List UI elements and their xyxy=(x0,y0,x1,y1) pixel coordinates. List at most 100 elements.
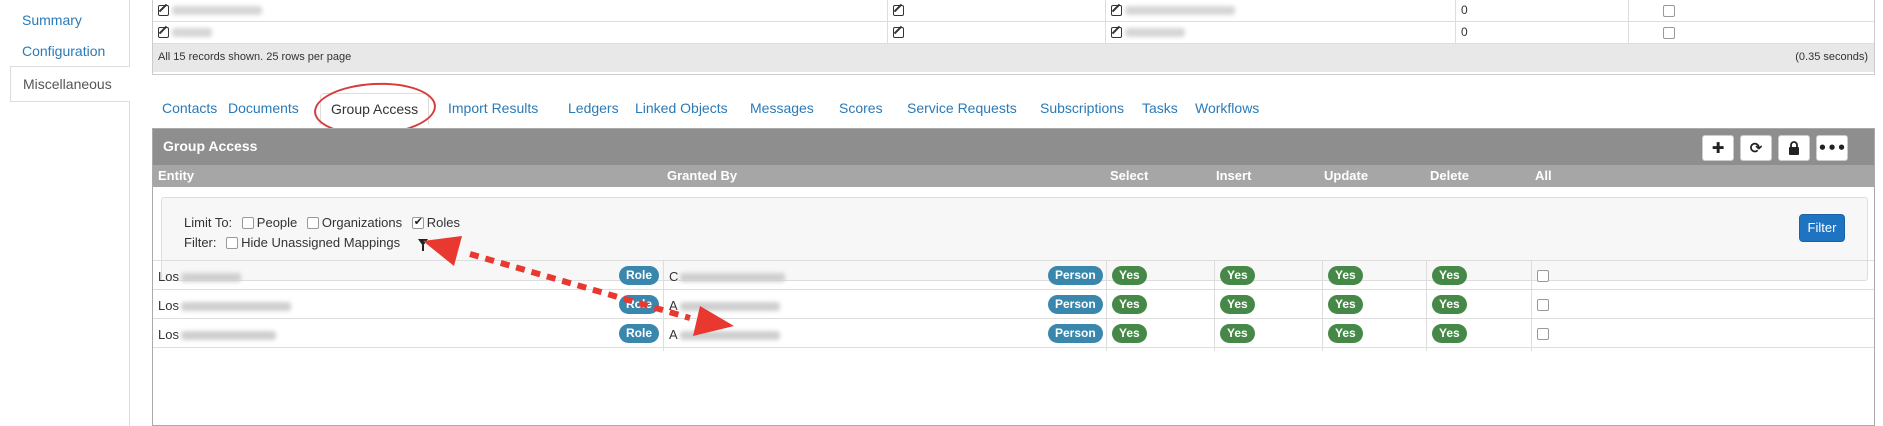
redacted-text xyxy=(679,302,780,312)
redacted-text xyxy=(172,6,263,16)
edit-icon[interactable] xyxy=(158,27,169,39)
insert-badge[interactable]: Yes xyxy=(1220,295,1255,314)
column-update[interactable]: Update xyxy=(1324,168,1368,183)
insert-badge[interactable]: Yes xyxy=(1220,266,1255,285)
table-cell xyxy=(1106,0,1456,22)
filter-button[interactable]: Filter xyxy=(1799,214,1845,242)
more-button[interactable]: ••• xyxy=(1816,135,1848,161)
tab-label: Tasks xyxy=(1142,100,1178,116)
plus-icon: ✚ xyxy=(1711,139,1725,157)
tab-label: Contacts xyxy=(162,100,218,116)
nav-configuration[interactable]: Configuration xyxy=(10,34,130,70)
funnel-icon[interactable] xyxy=(417,239,428,252)
table-row: Los Role A Person Yes Yes Yes Yes xyxy=(153,318,1874,351)
row-checkbox[interactable] xyxy=(1537,299,1549,311)
role-badge: Role xyxy=(619,266,660,285)
left-nav: Summary Configuration Miscellaneous xyxy=(0,0,130,426)
person-badge: Person xyxy=(1048,324,1103,343)
column-select[interactable]: Select xyxy=(1110,168,1148,183)
tab-workflows[interactable]: Workflows xyxy=(1185,93,1269,125)
tab-scores[interactable]: Scores xyxy=(829,93,893,125)
tab-label: Workflows xyxy=(1195,100,1260,116)
redacted-text xyxy=(172,28,213,38)
table-cell xyxy=(153,22,888,44)
panel-title: Group Access xyxy=(163,138,258,154)
select-badge[interactable]: Yes xyxy=(1112,324,1147,343)
roles-label: Roles xyxy=(426,215,460,231)
records-table: 0 0 All 15 records shown. 25 rows per pa… xyxy=(152,0,1875,75)
row-checkbox[interactable] xyxy=(1537,270,1549,282)
granted-prefix: C xyxy=(669,269,679,284)
granted-by-text: A xyxy=(669,327,780,342)
column-delete[interactable]: Delete xyxy=(1430,168,1469,183)
tab-import-results[interactable]: Import Results xyxy=(438,93,548,125)
entity-prefix: Los xyxy=(158,298,179,313)
tab-linked-objects[interactable]: Linked Objects xyxy=(625,93,738,125)
tab-service-requests[interactable]: Service Requests xyxy=(897,93,1027,125)
add-button[interactable]: ✚ xyxy=(1702,135,1734,161)
column-headers: Entity Granted By Select Insert Update D… xyxy=(153,165,1874,187)
column-granted-by[interactable]: Granted By xyxy=(667,168,737,183)
delete-badge[interactable]: Yes xyxy=(1432,266,1467,285)
row-checkbox[interactable] xyxy=(1537,328,1549,340)
edit-icon[interactable] xyxy=(1111,27,1122,39)
hide-unassigned-label: Hide Unassigned Mappings xyxy=(241,235,401,251)
tab-contacts[interactable]: Contacts xyxy=(152,93,227,125)
edit-icon[interactable] xyxy=(158,5,169,17)
count-value: 0 xyxy=(1461,3,1468,17)
panel-header: Group Access ✚ ⟳ ••• xyxy=(153,129,1874,165)
lock-button[interactable] xyxy=(1778,135,1810,161)
edit-icon[interactable] xyxy=(893,27,904,39)
column-insert[interactable]: Insert xyxy=(1216,168,1251,183)
nav-configuration-label: Configuration xyxy=(22,43,106,59)
entity-text: Los xyxy=(158,298,291,313)
tab-label: Subscriptions xyxy=(1040,100,1125,116)
refresh-button[interactable]: ⟳ xyxy=(1740,135,1772,161)
granted-by-text: A xyxy=(669,298,780,313)
entity-text: Los xyxy=(158,269,241,284)
tab-label: Linked Objects xyxy=(635,100,728,116)
nav-miscellaneous[interactable]: Miscellaneous xyxy=(10,66,130,102)
count-cell: 0 xyxy=(1456,22,1629,44)
select-badge[interactable]: Yes xyxy=(1112,295,1147,314)
tab-tasks[interactable]: Tasks xyxy=(1132,93,1188,125)
redacted-text xyxy=(679,331,780,341)
person-badge: Person xyxy=(1048,266,1103,285)
delete-badge[interactable]: Yes xyxy=(1432,324,1467,343)
tab-subscriptions[interactable]: Subscriptions xyxy=(1030,93,1134,125)
hide-unassigned-checkbox[interactable] xyxy=(226,236,239,249)
limit-to-row: Limit To: People Organizations Roles xyxy=(184,214,466,231)
column-all[interactable]: All xyxy=(1535,168,1552,183)
people-checkbox[interactable] xyxy=(241,216,254,229)
update-badge[interactable]: Yes xyxy=(1328,324,1363,343)
roles-checkbox[interactable] xyxy=(411,215,424,229)
organizations-checkbox[interactable] xyxy=(306,216,319,229)
update-badge[interactable]: Yes xyxy=(1328,295,1363,314)
checkbox-cell xyxy=(1629,0,1709,22)
nav-miscellaneous-label: Miscellaneous xyxy=(23,76,112,92)
column-entity[interactable]: Entity xyxy=(158,168,194,183)
tab-messages[interactable]: Messages xyxy=(740,93,824,125)
tab-label: Messages xyxy=(750,100,814,116)
redacted-text xyxy=(1125,28,1186,38)
filter-label: Filter: xyxy=(184,235,217,251)
tab-documents[interactable]: Documents xyxy=(218,93,309,125)
count-cell: 0 xyxy=(1456,0,1629,22)
query-time: (0.35 seconds) xyxy=(1795,51,1868,63)
update-badge[interactable]: Yes xyxy=(1328,266,1363,285)
count-value: 0 xyxy=(1461,25,1468,39)
table-cell xyxy=(153,0,888,22)
row-checkbox[interactable] xyxy=(1663,26,1675,39)
select-badge[interactable]: Yes xyxy=(1112,266,1147,285)
tab-ledgers[interactable]: Ledgers xyxy=(558,93,629,125)
table-row: 0 xyxy=(153,0,1874,22)
edit-icon[interactable] xyxy=(1111,5,1122,17)
more-icon: ••• xyxy=(1817,139,1847,157)
limit-to-label: Limit To: xyxy=(184,215,233,231)
delete-badge[interactable]: Yes xyxy=(1432,295,1467,314)
redacted-text xyxy=(1125,6,1236,16)
entity-prefix: Los xyxy=(158,269,179,284)
row-checkbox[interactable] xyxy=(1663,4,1675,17)
insert-badge[interactable]: Yes xyxy=(1220,324,1255,343)
edit-icon[interactable] xyxy=(893,5,904,17)
